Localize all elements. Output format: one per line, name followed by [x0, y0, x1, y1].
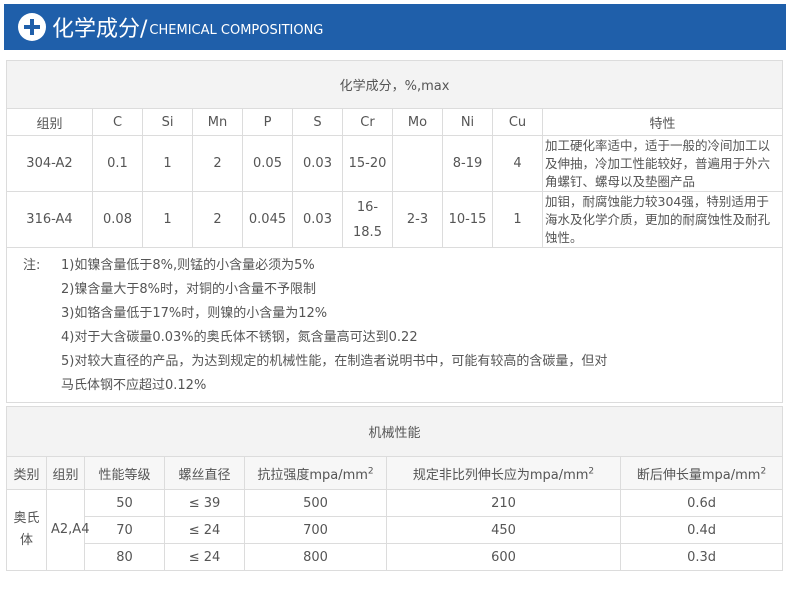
header-group: 组别 [46, 456, 85, 490]
section-banner: 化学成分/ CHEMICAL COMPOSITIONG [4, 4, 786, 50]
header-cell: 组别 [6, 108, 93, 136]
banner-title: 化学成分/ [52, 17, 148, 42]
table-row: 304-A2 0.1 1 2 0.05 0.03 15-20 8-19 4 加工… [6, 135, 784, 192]
cell-category: 奥氏体 [6, 489, 47, 571]
header-cell: C [92, 108, 143, 136]
cell-tensile: 700 [244, 516, 387, 544]
header-cell: Mo [392, 108, 443, 136]
cell-diameter: ≤ 39 [164, 489, 245, 517]
cell-mn: 2 [192, 191, 243, 248]
cell-s: 0.03 [292, 135, 343, 192]
header-diameter: 螺丝直径 [164, 456, 245, 490]
header-cell: P [242, 108, 293, 136]
note-item: 4)对于大含碳量0.03%的奥氏体不锈钢，氮含量高可达到0.22 [61, 330, 418, 345]
note-item: 1)如镍含量低于8%,则锰的小含量必须为5% [61, 258, 315, 273]
header-cell: S [292, 108, 343, 136]
cell-grade: 80 [84, 543, 165, 571]
mechanical-caption: 机械性能 [5, 406, 784, 457]
header-cell: Ni [442, 108, 493, 136]
cell-ni: 10-15 [442, 191, 493, 248]
cell-diameter: ≤ 24 [164, 543, 245, 571]
cell-feature: 加钼，耐腐蚀能力较304强，特别适用于海水及化学介质，更加的耐腐蚀性及耐孔蚀性。 [541, 191, 784, 248]
banner-subtitle: CHEMICAL COMPOSITIONG [149, 22, 324, 38]
header-grade: 性能等级 [84, 456, 165, 490]
chemical-caption: 化学成分，%,max [5, 60, 784, 109]
cell-grade: 70 [84, 516, 165, 544]
cell-group: 316-A4 [6, 191, 93, 248]
cell-ni: 8-19 [442, 135, 493, 192]
cell-elongation: 0.4d [619, 516, 784, 544]
cell-c: 0.1 [92, 135, 143, 192]
chemical-composition-table: 化学成分，%,max 组别 C Si Mn P S Cr Mo Ni Cu 特性… [5, 60, 784, 403]
plus-circle-icon [18, 13, 46, 41]
header-cell: Cr [342, 108, 393, 136]
cell-s: 0.03 [292, 191, 343, 248]
cell-cu: 4 [492, 135, 543, 192]
note-item: 马氏体钢不应超过0.12% [61, 378, 207, 393]
cell-feature: 加工硬化率适中，适于一般的冷间加工以及伸抽，冷加工性能较好，普遍用于外六角螺钉、… [541, 135, 784, 192]
cell-tensile: 800 [244, 543, 387, 571]
table-row: 奥氏体 A2,A4 50 ≤ 39 500 210 0.6d [6, 489, 784, 571]
mechanical-properties-table: 机械性能 类别 组别 性能等级 螺丝直径 抗拉强度mpa/mm2 规定非比列伸长… [5, 406, 784, 571]
note-item: 3)如铬含量低于17%时，则镍的小含量为12% [61, 306, 328, 321]
header-cell: Mn [192, 108, 243, 136]
table-row: 316-A4 0.08 1 2 0.045 0.03 16- 18.5 2-3 … [6, 191, 784, 248]
cell-cr-line-2: 18.5 [353, 224, 382, 240]
cell-cr-line-1: 16- [356, 199, 379, 215]
table-header-row: 组别 C Si Mn P S Cr Mo Ni Cu 特性 [6, 108, 784, 136]
cell-mo: 2-3 [392, 191, 443, 248]
header-cell: 特性 [541, 108, 784, 136]
cell-group: A2,A4 [46, 489, 89, 571]
cell-cu: 1 [492, 191, 543, 248]
cell-tensile: 500 [244, 489, 387, 517]
notes-cell: 注: 1)如镍含量低于8%,则锰的小含量必须为5% 2)镍含量大于8%时，对铜的… [5, 247, 784, 403]
notes-label: 注: [23, 258, 41, 273]
header-yield: 规定非比列伸长应为mpa/mm2 [386, 456, 621, 490]
header-cell: Cu [492, 108, 543, 136]
cell-diameter: ≤ 24 [164, 516, 245, 544]
cell-si: 1 [142, 135, 193, 192]
cell-group: 304-A2 [6, 135, 93, 192]
table-header-row: 类别 组别 性能等级 螺丝直径 抗拉强度mpa/mm2 规定非比列伸长应为mpa… [6, 456, 784, 490]
header-cell: Si [142, 108, 193, 136]
header-category: 类别 [6, 456, 47, 490]
cell-elongation: 0.3d [619, 543, 784, 571]
header-elongation: 断后伸长量mpa/mm2 [619, 456, 784, 490]
cell-grade: 50 [84, 489, 165, 517]
cell-yield: 210 [386, 489, 621, 517]
notes-row: 注: 1)如镍含量低于8%,则锰的小含量必须为5% 2)镍含量大于8%时，对铜的… [5, 247, 784, 403]
cell-si: 1 [142, 191, 193, 248]
table-row: 80 ≤ 24 800 600 0.3d [7, 543, 784, 571]
note-item: 2)镍含量大于8%时，对铜的小含量不予限制 [61, 282, 316, 297]
cell-mn: 2 [192, 135, 243, 192]
cell-c: 0.08 [92, 191, 143, 248]
cell-elongation: 0.6d [619, 489, 784, 517]
note-item: 5)对较大直径的产品，为达到规定的机械性能，在制造者说明书中，可能有较高的含碳量… [61, 354, 608, 369]
table-row: 70 ≤ 24 700 450 0.4d [7, 516, 784, 544]
cell-mo [392, 135, 443, 192]
cell-yield: 450 [386, 516, 621, 544]
cell-p: 0.05 [242, 135, 293, 192]
cell-p: 0.045 [242, 191, 293, 248]
cell-yield: 600 [386, 543, 621, 571]
cell-cr: 15-20 [342, 135, 393, 192]
cell-cr: 16- 18.5 [342, 191, 393, 248]
header-tensile: 抗拉强度mpa/mm2 [244, 456, 387, 490]
